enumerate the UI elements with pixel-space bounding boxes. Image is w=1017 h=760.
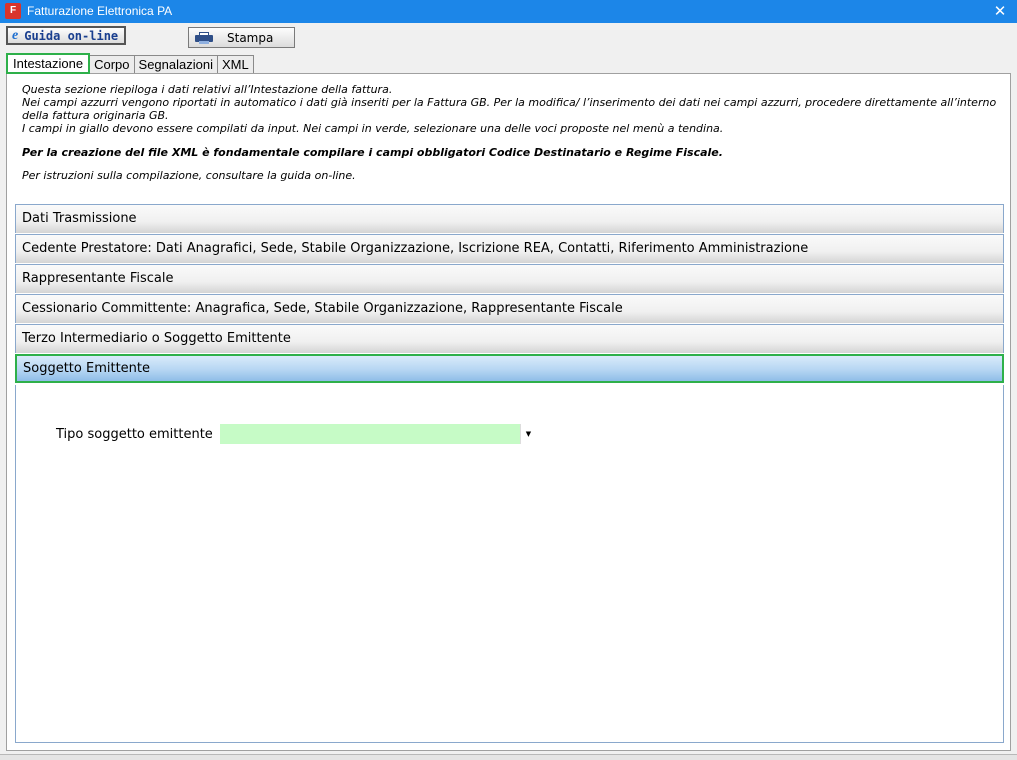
internet-explorer-icon: e <box>12 27 19 43</box>
intro-line-2: Nei campi azzurri vengono riportati in a… <box>22 96 997 122</box>
section-cedente-prestatore[interactable]: Cedente Prestatore: Dati Anagrafici, Sed… <box>15 234 1004 263</box>
dropdown-arrow-icon[interactable]: ▼ <box>520 424 536 444</box>
intro-line-3: I campi in giallo devono essere compilat… <box>22 122 724 135</box>
section-accordion: Dati Trasmissione Cedente Prestatore: Da… <box>15 204 1004 384</box>
app-logo-icon: F <box>5 3 21 19</box>
print-label: Stampa <box>227 30 274 45</box>
close-button[interactable]: ✕ <box>983 0 1017 23</box>
section-cessionario-committente[interactable]: Cessionario Committente: Anagrafica, Sed… <box>15 294 1004 323</box>
printer-icon <box>195 31 213 44</box>
tab-intestazione[interactable]: Intestazione <box>6 53 91 74</box>
tab-segnalazioni[interactable]: Segnalazioni <box>133 55 218 74</box>
print-button[interactable]: Stampa <box>188 27 295 48</box>
section-terzo-intermediario[interactable]: Terzo Intermediario o Soggetto Emittente <box>15 324 1004 353</box>
guide-online-button[interactable]: e Guida on-line <box>6 26 126 45</box>
intro-line-1: Questa sezione riepiloga i dati relativi… <box>22 83 393 96</box>
section-dati-trasmissione[interactable]: Dati Trasmissione <box>15 204 1004 233</box>
intro-text: Questa sezione riepiloga i dati relativi… <box>22 83 997 182</box>
tipo-soggetto-emittente-label: Tipo soggetto emittente <box>56 427 213 442</box>
title-bar: F Fatturazione Elettronica PA ✕ <box>0 0 1017 23</box>
guide-online-label: Guida on-line <box>24 28 119 43</box>
status-strip <box>0 754 1017 760</box>
tab-bar: Intestazione Corpo Segnalazioni XML <box>6 53 254 74</box>
window-title: Fatturazione Elettronica PA <box>27 4 173 18</box>
tipo-soggetto-emittente-dropdown[interactable]: ▼ <box>220 424 536 444</box>
tab-xml[interactable]: XML <box>216 55 254 74</box>
tab-panel-intestazione: Questa sezione riepiloga i dati relativi… <box>6 73 1011 751</box>
section-soggetto-emittente[interactable]: Soggetto Emittente <box>15 354 1004 383</box>
intro-required-note: Per la creazione del file XML è fondamen… <box>22 146 723 159</box>
intro-guide-note: Per istruzioni sulla compilazione, consu… <box>22 169 356 182</box>
tab-corpo[interactable]: Corpo <box>89 55 135 74</box>
section-rappresentante-fiscale[interactable]: Rappresentante Fiscale <box>15 264 1004 293</box>
